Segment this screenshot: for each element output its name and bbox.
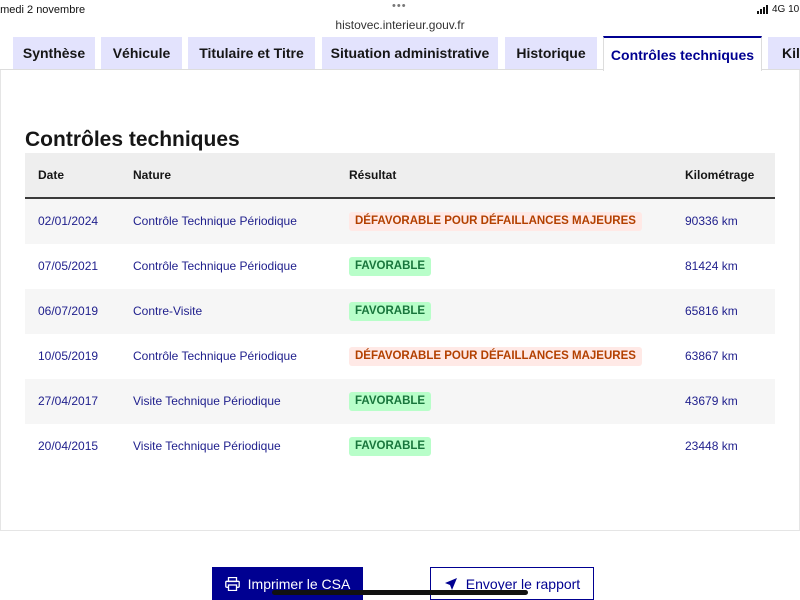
header-date: Date <box>38 168 65 182</box>
status-bar: amedi 2 novembre ••• histovec.interieur.… <box>0 0 800 34</box>
tab-vehicule[interactable]: Véhicule <box>101 37 182 69</box>
result-badge: Favorable <box>349 302 432 321</box>
home-indicator[interactable] <box>272 590 528 595</box>
more-dots-icon[interactable]: ••• <box>392 0 407 12</box>
table-body: 02/01/2024 Contrôle Technique Périodique D… <box>25 199 775 469</box>
row-km: 65816 km <box>685 304 738 318</box>
row-km: 43679 km <box>685 394 738 408</box>
print-csa-button[interactable]: Imprimer le CSA <box>212 567 363 600</box>
result-badge: Favorable <box>349 257 432 276</box>
tab-controles-techniques[interactable]: Contrôles techniques <box>603 36 762 71</box>
row-km: 23448 km <box>685 439 738 453</box>
row-date: 10/05/2019 <box>38 349 99 363</box>
controls-table: Date Nature Résultat Kilométrage 02/01/2… <box>25 153 775 469</box>
table-row: 27/04/2017 Visite Technique Périodique Fav… <box>25 379 775 424</box>
result-badge: Défavorable pour défaillances majeures <box>349 212 642 231</box>
row-nature: Contrôle Technique Périodique <box>133 214 297 228</box>
signal-icon <box>757 5 768 14</box>
table-row: 07/05/2021 Contrôle Technique Périodique F… <box>25 244 775 289</box>
table-row: 20/04/2015 Visite Technique Périodique Fav… <box>25 424 775 469</box>
result-badge: Favorable <box>349 392 432 411</box>
network-label: 4G 10 <box>772 4 800 15</box>
tab-titulaire[interactable]: Titulaire et Titre <box>188 37 315 69</box>
printer-icon <box>224 576 240 591</box>
address-bar-url[interactable]: histovec.interieur.gouv.fr <box>0 18 800 32</box>
table-header: Date Nature Résultat Kilométrage <box>25 153 775 199</box>
status-right: 4G 10 <box>757 4 799 15</box>
header-result: Résultat <box>349 168 397 182</box>
row-km: 81424 km <box>685 259 738 273</box>
page-title: Contrôles techniques <box>25 128 240 151</box>
row-date: 20/04/2015 <box>38 439 99 453</box>
row-nature: Visite Technique Périodique <box>133 394 281 408</box>
result-badge: Défavorable pour défaillances majeures <box>349 347 642 366</box>
tab-situation-administrative[interactable]: Situation administrative <box>322 37 498 69</box>
tab-bar: Synthèse Véhicule Titulaire et Titre Sit… <box>0 36 800 71</box>
row-km: 63867 km <box>685 349 738 363</box>
tab-kilometrage[interactable]: Kilo <box>768 37 800 69</box>
row-date: 27/04/2017 <box>38 394 99 408</box>
send-icon <box>444 577 457 590</box>
row-km: 90336 km <box>685 214 738 228</box>
row-nature: Contrôle Technique Périodique <box>133 349 297 363</box>
row-date: 07/05/2021 <box>38 259 99 273</box>
row-nature: Contrôle Technique Périodique <box>133 259 297 273</box>
table-row: 06/07/2019 Contre-Visite Favorable 65816 km <box>25 289 775 334</box>
table-row: 02/01/2024 Contrôle Technique Périodique D… <box>25 199 775 244</box>
table-row: 10/05/2019 Contrôle Technique Périodique D… <box>25 334 775 379</box>
send-report-button[interactable]: Envoyer le rapport <box>430 567 594 600</box>
row-nature: Contre-Visite <box>133 304 203 318</box>
header-nature: Nature <box>133 168 172 182</box>
row-date: 06/07/2019 <box>38 304 99 318</box>
tab-synthese[interactable]: Synthèse <box>13 37 95 69</box>
tab-historique[interactable]: Historique <box>505 37 597 69</box>
row-date: 02/01/2024 <box>38 214 99 228</box>
result-badge: Favorable <box>349 437 432 456</box>
status-date: amedi 2 novembre <box>0 4 86 16</box>
header-km: Kilométrage <box>685 168 755 182</box>
row-nature: Visite Technique Périodique <box>133 439 281 453</box>
